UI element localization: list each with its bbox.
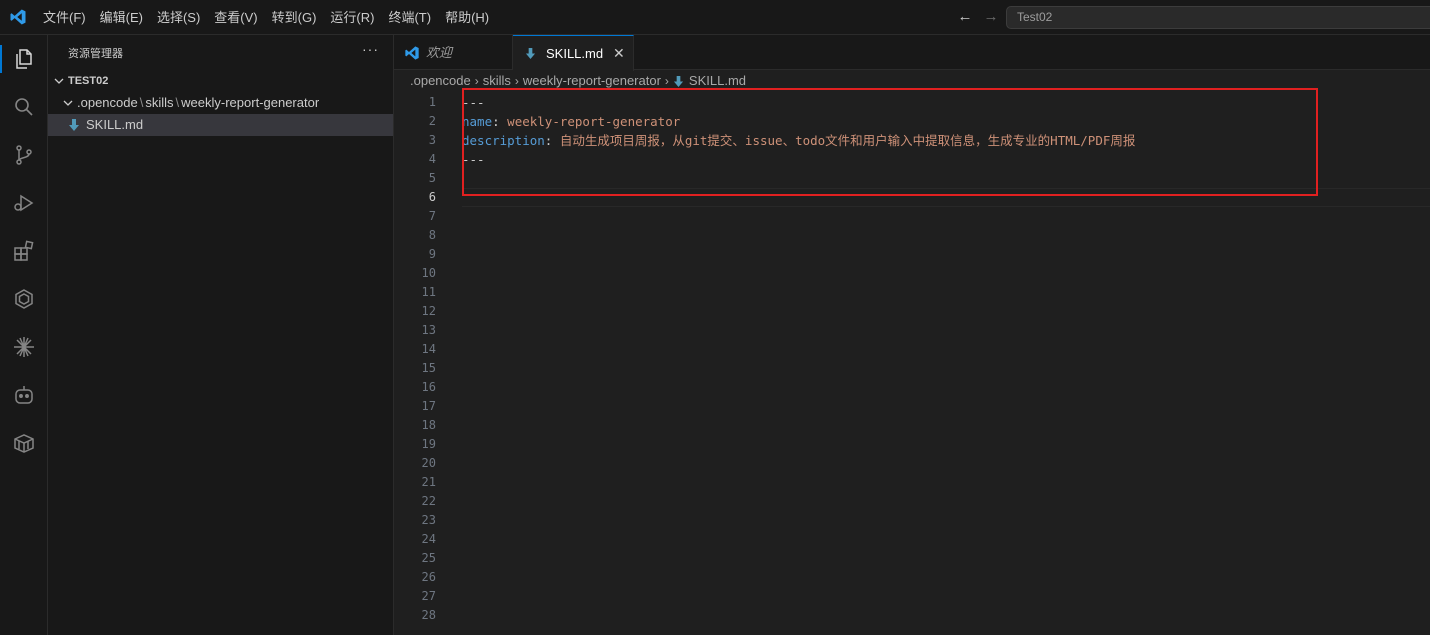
line-number: 5: [428, 171, 436, 185]
path-separator: \: [175, 95, 180, 110]
file-name: SKILL.md: [86, 117, 144, 132]
line-number: 10: [421, 266, 436, 280]
line-number: 20: [421, 456, 436, 470]
remote-icon[interactable]: [12, 287, 36, 311]
line-number: 8: [428, 228, 436, 242]
line-number: 28: [421, 608, 436, 622]
vscode-logo-icon: [405, 46, 419, 60]
copilot-icon[interactable]: [12, 383, 36, 407]
tree-file-skill-md[interactable]: SKILL.md: [48, 114, 393, 136]
menu-bar: 文件(F) 编辑(E) 选择(S) 查看(V) 转到(G) 运行(R) 终端(T…: [36, 0, 496, 35]
active-indicator: [0, 45, 2, 73]
source-control-icon[interactable]: [12, 143, 36, 167]
line-number: 16: [421, 380, 436, 394]
explorer-icon[interactable]: [12, 47, 36, 71]
line-number: 13: [421, 323, 436, 337]
title-bar: 文件(F) 编辑(E) 选择(S) 查看(V) 转到(G) 运行(R) 终端(T…: [0, 0, 1430, 35]
editor-tab-bar: 欢迎 SKILL.md ✕: [394, 35, 1430, 71]
forward-arrow-icon[interactable]: →: [983, 9, 999, 25]
more-actions-icon[interactable]: ···: [362, 41, 379, 57]
command-center-search[interactable]: Test02: [1006, 6, 1430, 29]
line-number: 22: [421, 494, 436, 508]
line-number: 11: [421, 285, 436, 299]
tab-skill-md[interactable]: SKILL.md ✕: [513, 35, 634, 71]
line-number-gutter: 1 2 3 4 5 6 7 8 9 10 11 12 13 14 15 16 1…: [394, 93, 436, 625]
tab-skill-md-label: SKILL.md: [546, 46, 604, 61]
menu-go[interactable]: 转到(G): [265, 0, 324, 35]
line-number: 25: [421, 551, 436, 565]
sparkle-icon[interactable]: [12, 335, 36, 359]
tab-welcome[interactable]: 欢迎: [394, 35, 513, 70]
line-number: 17: [421, 399, 436, 413]
line-number: 18: [421, 418, 436, 432]
folder-opencode: .opencode: [77, 95, 138, 110]
sidebar-title: 资源管理器: [68, 48, 123, 60]
menu-file[interactable]: 文件(F): [36, 0, 93, 35]
workspace-root-label: TEST02: [68, 75, 109, 87]
markdown-file-icon: [525, 48, 536, 59]
menu-help[interactable]: 帮助(H): [438, 0, 496, 35]
menu-terminal[interactable]: 终端(T): [381, 0, 438, 35]
line-number: 23: [421, 513, 436, 527]
menu-edit[interactable]: 编辑(E): [93, 0, 150, 35]
vscode-logo-icon: [10, 9, 26, 25]
activity-bar: [0, 35, 48, 635]
run-debug-icon[interactable]: [12, 191, 36, 215]
line-number: 24: [421, 532, 436, 546]
line-number-active: 6: [428, 190, 436, 204]
tab-welcome-label: 欢迎: [426, 45, 453, 60]
extensions-icon[interactable]: [12, 239, 36, 263]
line-number: 3: [428, 133, 436, 147]
chevron-down-icon: [54, 78, 64, 84]
line-number: 1: [428, 95, 436, 109]
folder-path: .opencode \ skills \ weekly-report-generator: [77, 92, 319, 114]
tree-folder-row[interactable]: .opencode \ skills \ weekly-report-generator: [48, 92, 393, 114]
menu-view[interactable]: 查看(V): [207, 0, 264, 35]
search-icon[interactable]: [12, 95, 36, 119]
menu-selection[interactable]: 选择(S): [150, 0, 207, 35]
markdown-file-icon: [673, 75, 684, 87]
line-number: 4: [428, 152, 436, 166]
back-arrow-icon[interactable]: ←: [957, 9, 973, 25]
line-number: 21: [421, 475, 436, 489]
markdown-file-icon: [69, 119, 79, 131]
workspace-root[interactable]: TEST02: [48, 70, 393, 92]
menu-run[interactable]: 运行(R): [323, 0, 381, 35]
folder-weekly-report-generator: weekly-report-generator: [181, 95, 320, 110]
folder-skills: skills: [145, 95, 174, 110]
package-icon[interactable]: [12, 431, 36, 455]
explorer-sidebar: 资源管理器 ··· TEST02 .opencode \ skills \ weekly…: [48, 35, 394, 635]
annotation-highlight-box: [462, 88, 1318, 196]
line-number: 15: [421, 361, 436, 375]
line-number: 27: [421, 589, 436, 603]
line-number: 14: [421, 342, 436, 356]
line-number: 2: [428, 114, 436, 128]
close-icon[interactable]: ✕: [613, 36, 625, 71]
line-number: 12: [421, 304, 436, 318]
line-number: 7: [428, 209, 436, 223]
line-number: 26: [421, 570, 436, 584]
line-number: 19: [421, 437, 436, 451]
chevron-down-icon: [63, 100, 73, 106]
line-number: 9: [428, 247, 436, 261]
